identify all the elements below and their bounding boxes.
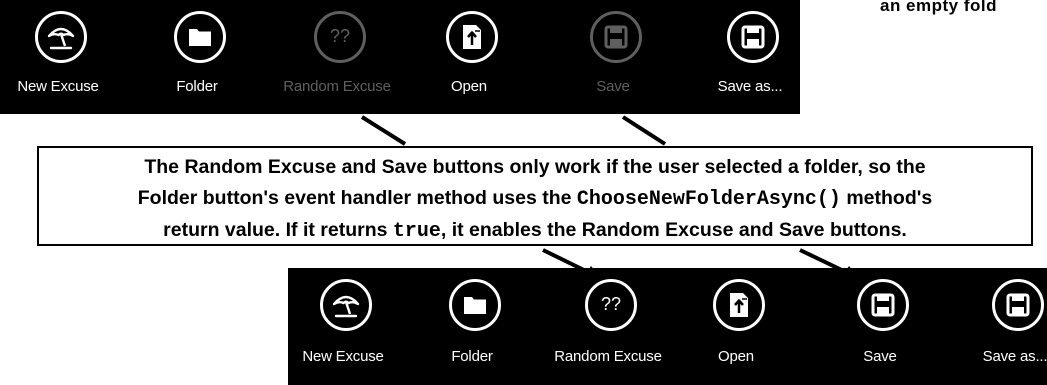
save-label: Save bbox=[863, 348, 897, 365]
app-bar-before: New Excuse Folder ?? Random Excuse Open … bbox=[0, 0, 800, 114]
save-as-button[interactable]: Save as... bbox=[955, 268, 1047, 385]
open-button[interactable]: Open bbox=[676, 268, 796, 385]
umbrella-icon bbox=[320, 279, 372, 331]
floppy-disk-icon bbox=[590, 11, 642, 63]
question-marks-icon: ?? bbox=[314, 11, 366, 63]
save-button[interactable]: Save bbox=[553, 0, 673, 114]
arrow-top-left bbox=[360, 115, 407, 146]
true-literal-code: true bbox=[392, 220, 441, 243]
folder-label: Folder bbox=[176, 78, 218, 95]
floppy-disk-icon bbox=[727, 11, 779, 63]
folder-label: Folder bbox=[451, 348, 493, 365]
random-excuse-label: Random Excuse bbox=[554, 348, 662, 365]
random-excuse-button[interactable]: ?? Random Excuse bbox=[277, 0, 397, 114]
open-file-icon bbox=[713, 279, 765, 331]
new-excuse-label: New Excuse bbox=[302, 348, 384, 365]
save-button[interactable]: Save bbox=[820, 268, 940, 385]
folder-button[interactable]: Folder bbox=[412, 268, 532, 385]
question-marks-icon: ?? bbox=[585, 279, 637, 331]
new-excuse-button[interactable]: New Excuse bbox=[0, 0, 118, 114]
open-label: Open bbox=[451, 78, 487, 95]
cropped-caption-text: an empty fold bbox=[880, 0, 998, 15]
save-as-button[interactable]: Save as... bbox=[690, 0, 810, 114]
save-as-label: Save as... bbox=[982, 348, 1047, 365]
folder-icon bbox=[449, 279, 501, 331]
new-excuse-button[interactable]: New Excuse bbox=[283, 268, 403, 385]
callout-line-2: Folder button's event handler method use… bbox=[137, 187, 933, 211]
new-excuse-label: New Excuse bbox=[17, 78, 99, 95]
callout-line-3: return value. If it returns true, it ena… bbox=[163, 219, 907, 243]
open-button[interactable]: Open bbox=[409, 0, 529, 114]
save-label: Save bbox=[596, 78, 630, 95]
app-bar-after: New Excuse Folder ?? Random Excuse Open … bbox=[288, 268, 1047, 385]
umbrella-icon bbox=[35, 11, 87, 63]
open-label: Open bbox=[718, 348, 754, 365]
folder-button[interactable]: Folder bbox=[137, 0, 257, 114]
callout-line-1: The Random Excuse and Save buttons only … bbox=[144, 156, 926, 178]
random-excuse-button[interactable]: ?? Random Excuse bbox=[548, 268, 668, 385]
floppy-disk-icon bbox=[857, 279, 909, 331]
save-as-label: Save as... bbox=[717, 78, 783, 95]
folder-icon bbox=[174, 11, 226, 63]
open-file-icon bbox=[446, 11, 498, 63]
floppy-disk-icon bbox=[992, 279, 1044, 331]
arrow-top-right bbox=[621, 115, 667, 146]
explanation-callout: The Random Excuse and Save buttons only … bbox=[37, 146, 1033, 246]
random-excuse-label: Random Excuse bbox=[283, 78, 391, 95]
method-name-code: ChooseNewFolderAsync() bbox=[576, 188, 841, 211]
